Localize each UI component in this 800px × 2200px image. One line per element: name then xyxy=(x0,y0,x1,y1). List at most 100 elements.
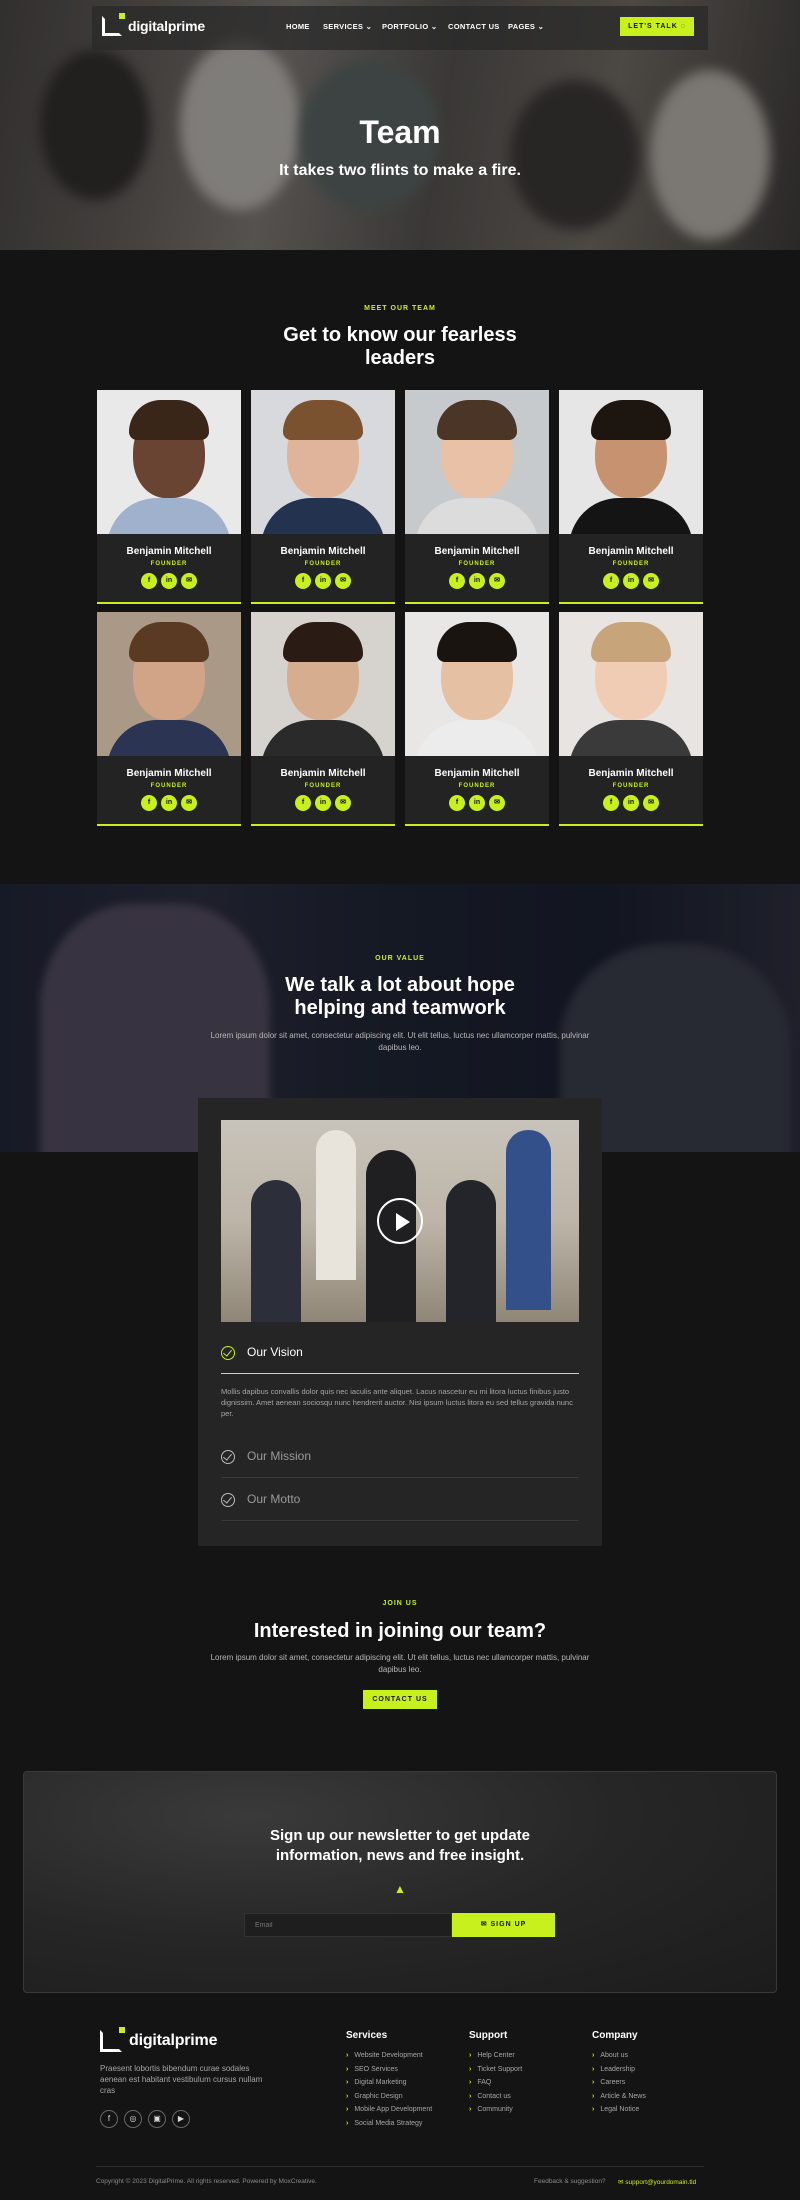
team-member-role: FOUNDER xyxy=(150,783,188,789)
email-icon[interactable]: ✉ xyxy=(489,573,505,589)
team-member-name: Benjamin Mitchell xyxy=(434,768,520,779)
nav-services[interactable]: SERVICES ⌄ xyxy=(323,22,372,31)
linkedin-icon[interactable]: in xyxy=(161,573,177,589)
site-logo[interactable]: digitalprime xyxy=(102,13,205,36)
email-icon[interactable]: ✉ xyxy=(643,795,659,811)
hero-subtitle: It takes two flints to make a fire. xyxy=(279,162,521,179)
team-member-photo xyxy=(405,390,549,534)
logo-icon xyxy=(100,2027,125,2052)
footer-link[interactable]: Community xyxy=(469,2103,522,2117)
logo-text: digitalprime xyxy=(128,18,205,34)
linkedin-icon[interactable]: in xyxy=(623,573,639,589)
team-member-photo xyxy=(251,390,395,534)
join-title: Interested in joining our team? xyxy=(253,1620,547,1642)
footer-link[interactable]: Graphic Design xyxy=(346,2090,432,2104)
lets-talk-button[interactable]: LET'S TALK ◌ xyxy=(620,17,694,36)
nav-portfolio[interactable]: PORTFOLIO ⌄ xyxy=(382,22,437,31)
nav-home[interactable]: HOME xyxy=(286,22,310,31)
team-eyebrow: MEET OUR TEAM xyxy=(364,305,436,312)
accordion-our-mission[interactable]: Our Mission xyxy=(221,1436,579,1478)
footer-link[interactable]: Digital Marketing xyxy=(346,2076,432,2090)
footer-link[interactable]: SEO Services xyxy=(346,2063,432,2077)
footer-link[interactable]: Ticket Support xyxy=(469,2063,522,2077)
email-icon[interactable]: ✉ xyxy=(489,795,505,811)
linkedin-icon[interactable]: in xyxy=(469,573,485,589)
check-circle-icon xyxy=(221,1450,235,1464)
email-icon[interactable]: ✉ xyxy=(335,795,351,811)
facebook-icon[interactable]: f xyxy=(295,795,311,811)
team-video[interactable] xyxy=(221,1120,579,1322)
footer-logo[interactable]: digitalprime xyxy=(100,2027,218,2052)
facebook-icon[interactable]: f xyxy=(449,573,465,589)
team-member-photo xyxy=(97,390,241,534)
footer-link[interactable]: Careers xyxy=(592,2076,646,2090)
team-member-socials: f in ✉ xyxy=(405,795,549,811)
facebook-icon[interactable]: f xyxy=(603,573,619,589)
team-member-socials: f in ✉ xyxy=(97,795,241,811)
facebook-icon[interactable]: f xyxy=(295,573,311,589)
team-member-photo xyxy=(405,612,549,756)
team-title: Get to know our fearless leaders xyxy=(283,324,517,369)
contact-us-button[interactable]: CONTACT US xyxy=(363,1690,437,1709)
logo-icon xyxy=(102,13,125,36)
team-member-role: FOUNDER xyxy=(304,783,342,789)
team-member-role: FOUNDER xyxy=(150,561,188,567)
youtube-icon[interactable]: ▶ xyxy=(172,2110,190,2128)
nav-contact-us[interactable]: CONTACT US xyxy=(448,22,500,31)
team-member-name: Benjamin Mitchell xyxy=(126,768,212,779)
logo-text: digitalprime xyxy=(129,2032,218,2049)
email-input[interactable] xyxy=(244,1913,452,1937)
instagram-icon[interactable]: ▣ xyxy=(148,2110,166,2128)
page-title: Team xyxy=(359,114,441,150)
linkedin-icon[interactable]: in xyxy=(161,795,177,811)
turtle-icon: ▲ xyxy=(394,1882,406,1896)
footer-link[interactable]: Mobile App Development xyxy=(346,2103,432,2117)
team-member-socials: f in ✉ xyxy=(251,573,395,589)
support-email-link[interactable]: ✉ support@yourdomain.tld xyxy=(618,2178,696,2186)
chevron-down-icon: ⌄ xyxy=(537,22,545,31)
team-member-role: FOUNDER xyxy=(458,561,496,567)
footer-link[interactable]: Contact us xyxy=(469,2090,522,2104)
sign-up-button[interactable]: ✉ SIGN UP xyxy=(452,1913,555,1937)
accordion-label: Our Mission xyxy=(247,1449,312,1463)
footer-link[interactable]: Article & News xyxy=(592,2090,646,2104)
linkedin-icon[interactable]: in xyxy=(623,795,639,811)
linkedin-icon[interactable]: in xyxy=(315,795,331,811)
team-member-photo xyxy=(559,390,703,534)
facebook-icon[interactable]: f xyxy=(141,573,157,589)
team-card: Benjamin Mitchell FOUNDER f in ✉ xyxy=(97,612,241,826)
dribbble-icon[interactable]: ◎ xyxy=(124,2110,142,2128)
facebook-icon[interactable]: f xyxy=(603,795,619,811)
accordion-our-vision[interactable]: Our Vision xyxy=(221,1332,579,1374)
footer-link[interactable]: About us xyxy=(592,2049,646,2063)
facebook-icon[interactable]: f xyxy=(449,795,465,811)
team-member-role: FOUNDER xyxy=(612,561,650,567)
footer-link[interactable]: Social Media Strategy xyxy=(346,2117,432,2131)
footer-col-title: Support xyxy=(469,2030,508,2041)
email-icon[interactable]: ✉ xyxy=(181,573,197,589)
facebook-icon[interactable]: f xyxy=(141,795,157,811)
team-card: Benjamin Mitchell FOUNDER f in ✉ xyxy=(405,612,549,826)
team-member-socials: f in ✉ xyxy=(559,573,703,589)
footer-link[interactable]: Leadership xyxy=(592,2063,646,2077)
play-icon[interactable] xyxy=(377,1198,423,1244)
footer-col-company: Company About us Leadership Careers Arti… xyxy=(592,2030,646,2117)
team-member-name: Benjamin Mitchell xyxy=(280,546,366,557)
value-lead: Lorem ipsum dolor sit amet, consectetur … xyxy=(210,1031,590,1052)
email-icon[interactable]: ✉ xyxy=(335,573,351,589)
video-person xyxy=(446,1180,496,1322)
accordion-our-motto[interactable]: Our Motto xyxy=(221,1479,579,1521)
nav-pages[interactable]: PAGES ⌄ xyxy=(508,22,544,31)
facebook-icon[interactable]: f xyxy=(100,2110,118,2128)
footer-link[interactable]: Website Development xyxy=(346,2049,432,2063)
footer-link[interactable]: FAQ xyxy=(469,2076,522,2090)
team-card: Benjamin Mitchell FOUNDER f in ✉ xyxy=(97,390,241,604)
email-icon[interactable]: ✉ xyxy=(181,795,197,811)
linkedin-icon[interactable]: in xyxy=(469,795,485,811)
check-circle-icon xyxy=(221,1493,235,1507)
footer-link[interactable]: Legal Notice xyxy=(592,2103,646,2117)
footer-link[interactable]: Help Center xyxy=(469,2049,522,2063)
linkedin-icon[interactable]: in xyxy=(315,573,331,589)
team-member-photo xyxy=(559,612,703,756)
email-icon[interactable]: ✉ xyxy=(643,573,659,589)
